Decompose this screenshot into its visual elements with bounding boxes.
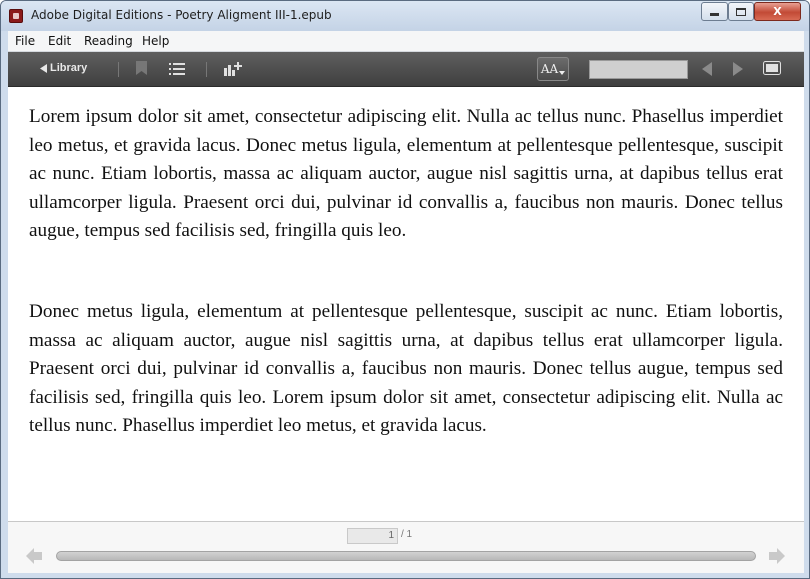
app-window: Adobe Digital Editions - Poetry Aligment… bbox=[0, 0, 810, 579]
next-page-icon[interactable] bbox=[733, 62, 743, 76]
close-button[interactable]: X bbox=[754, 2, 801, 21]
menu-bar: File Edit Reading Help bbox=[8, 31, 804, 52]
chart-add-icon[interactable] bbox=[224, 62, 242, 76]
minimize-button[interactable] bbox=[701, 2, 728, 21]
total-pages: / 1 bbox=[401, 529, 413, 540]
table-of-contents-icon[interactable] bbox=[169, 63, 185, 75]
previous-arrow-icon[interactable] bbox=[26, 548, 42, 564]
page-navigation-bar: 1 / 1 bbox=[8, 521, 804, 573]
library-label: Library bbox=[50, 62, 88, 74]
menu-edit[interactable]: Edit bbox=[48, 34, 71, 48]
back-arrow-icon bbox=[40, 63, 47, 73]
menu-help[interactable]: Help bbox=[142, 34, 169, 48]
font-size-label: AA bbox=[540, 62, 559, 76]
menu-reading[interactable]: Reading bbox=[84, 34, 133, 48]
next-arrow-icon[interactable] bbox=[769, 548, 785, 564]
maximize-button[interactable] bbox=[728, 2, 754, 21]
reading-pane[interactable]: Lorem ipsum dolor sit amet, consectetur … bbox=[8, 87, 804, 521]
maximize-icon bbox=[736, 7, 746, 16]
fullscreen-icon[interactable] bbox=[763, 61, 781, 75]
current-page-input[interactable]: 1 bbox=[347, 528, 398, 544]
menu-file[interactable]: File bbox=[15, 34, 35, 48]
paragraph: Donec metus ligula, elementum at pellent… bbox=[29, 301, 783, 436]
library-button[interactable]: Library bbox=[39, 62, 87, 74]
close-icon: X bbox=[773, 5, 782, 18]
window-title: Adobe Digital Editions - Poetry Aligment… bbox=[31, 8, 332, 22]
chevron-down-icon bbox=[559, 71, 566, 75]
title-bar: Adobe Digital Editions - Poetry Aligment… bbox=[1, 1, 809, 31]
page-scrubber[interactable] bbox=[56, 551, 756, 561]
toolbar-divider bbox=[118, 62, 119, 77]
go-to-page-field[interactable] bbox=[589, 60, 688, 79]
previous-page-icon[interactable] bbox=[702, 62, 712, 76]
bookmark-icon[interactable] bbox=[136, 61, 147, 75]
toolbar: Library AA bbox=[8, 52, 804, 87]
font-size-button[interactable]: AA bbox=[537, 57, 569, 81]
toolbar-divider bbox=[206, 62, 207, 77]
adobe-digital-editions-icon bbox=[9, 9, 23, 23]
paragraph: Lorem ipsum dolor sit amet, consectetur … bbox=[29, 106, 783, 241]
minimize-icon bbox=[710, 13, 719, 16]
